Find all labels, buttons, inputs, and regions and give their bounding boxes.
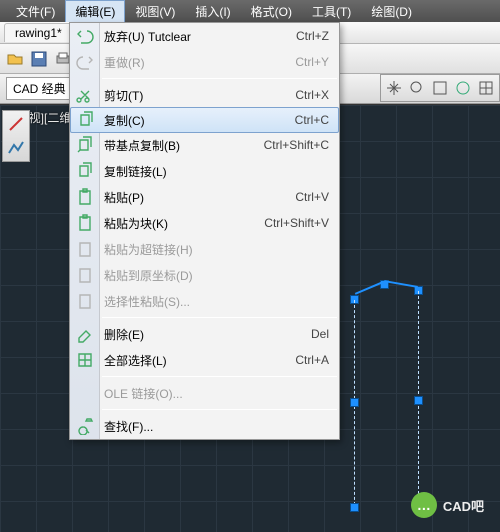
polyline-icon[interactable] [7, 139, 25, 157]
menu-item-label: 粘贴为超链接(H) [104, 241, 329, 258]
menu-item-label: 重做(R) [104, 54, 295, 71]
zoom-window-icon[interactable] [431, 79, 449, 97]
menu-view[interactable]: 视图(V) [125, 0, 185, 22]
menu-separator [102, 376, 337, 377]
menu-item-label: 粘贴到原坐标(D) [104, 267, 329, 284]
selectall-icon [76, 351, 94, 369]
open-icon[interactable] [6, 50, 24, 68]
menu-item[interactable]: 带基点复制(B)Ctrl+Shift+C [70, 132, 339, 158]
line-segment [355, 281, 383, 295]
pan-icon[interactable] [385, 79, 403, 97]
draw-toolbar [2, 110, 30, 162]
menu-item: 粘贴到原坐标(D) [70, 262, 339, 288]
pastespecial-icon [76, 292, 94, 310]
menu-item[interactable]: 剪切(T)Ctrl+X [70, 82, 339, 108]
pasteorig-icon [76, 266, 94, 284]
menu-tools[interactable]: 工具(T) [302, 0, 361, 22]
copylink-icon [76, 162, 94, 180]
menu-item-label: OLE 链接(O)... [104, 385, 329, 402]
menu-item-shortcut: Del [311, 327, 329, 341]
menu-item[interactable]: 复制链接(L) [70, 158, 339, 184]
menu-item-label: 粘贴为块(K) [104, 215, 264, 232]
pastelink-icon [76, 240, 94, 258]
menu-file[interactable]: 文件(F) [6, 0, 65, 22]
menu-format[interactable]: 格式(O) [241, 0, 302, 22]
menu-item-shortcut: Ctrl+Y [295, 55, 329, 69]
menu-draw[interactable]: 绘图(D) [361, 0, 422, 22]
menu-item-shortcut: Ctrl+X [295, 88, 329, 102]
grip-handle[interactable] [350, 503, 359, 512]
menu-item-label: 带基点复制(B) [104, 137, 264, 154]
menu-item: 粘贴为超链接(H) [70, 236, 339, 262]
line-icon[interactable] [7, 115, 25, 133]
find-icon [76, 417, 94, 435]
menu-item[interactable]: 删除(E)Del [70, 321, 339, 347]
menu-item-shortcut: Ctrl+Z [296, 29, 329, 43]
menu-item-shortcut: Ctrl+Shift+C [264, 138, 329, 152]
watermark: … CAD吧 [411, 492, 484, 518]
menu-item-label: 复制(C) [104, 112, 295, 129]
table-icon[interactable] [477, 79, 495, 97]
cut-icon [76, 86, 94, 104]
menu-item[interactable]: 全部选择(L)Ctrl+A [70, 347, 339, 373]
document-tab[interactable]: rawing1* [4, 23, 73, 42]
menu-item-shortcut: Ctrl+C [295, 113, 329, 127]
line-segment [384, 280, 418, 288]
copybase-icon [76, 136, 94, 154]
grip-handle[interactable] [414, 396, 423, 405]
menu-item: 选择性粘贴(S)... [70, 288, 339, 314]
menu-item-label: 选择性粘贴(S)... [104, 293, 329, 310]
menu-item-label: 放弃(U) Tutclear [104, 28, 296, 45]
menu-item-label: 剪切(T) [104, 87, 295, 104]
pasteblock-icon [76, 214, 94, 232]
erase-icon [76, 325, 94, 343]
wechat-icon: … [411, 492, 437, 518]
save-icon[interactable] [30, 50, 48, 68]
menu-item-label: 查找(F)... [104, 418, 329, 435]
zoom-extents-icon[interactable] [408, 79, 426, 97]
menu-item-label: 粘贴(P) [104, 189, 295, 206]
menu-edit[interactable]: 编辑(E) [65, 0, 125, 22]
orbit-icon[interactable] [454, 79, 472, 97]
menu-item-label: 复制链接(L) [104, 163, 329, 180]
menu-bar: 文件(F) 编辑(E) 视图(V) 插入(I) 格式(O) 工具(T) 绘图(D… [0, 0, 500, 22]
menu-separator [102, 78, 337, 79]
menu-item-shortcut: Ctrl+A [295, 353, 329, 367]
menu-item[interactable]: 复制(C)Ctrl+C [70, 107, 339, 133]
menu-item[interactable]: 查找(F)... [70, 413, 339, 439]
undo-icon [76, 27, 94, 45]
menu-item-label: 全部选择(L) [104, 352, 295, 369]
copy-icon [77, 111, 95, 129]
edit-menu: 放弃(U) TutclearCtrl+Z重做(R)Ctrl+Y剪切(T)Ctrl… [69, 22, 340, 440]
paste-icon [76, 188, 94, 206]
view-toolbar [380, 74, 500, 102]
redo-icon [76, 53, 94, 71]
grip-handle[interactable] [350, 398, 359, 407]
menu-item-shortcut: Ctrl+V [295, 190, 329, 204]
menu-item: OLE 链接(O)... [70, 380, 339, 406]
menu-item[interactable]: 放弃(U) TutclearCtrl+Z [70, 23, 339, 49]
watermark-text: CAD吧 [443, 496, 484, 515]
menu-item-shortcut: Ctrl+Shift+V [264, 216, 329, 230]
menu-separator [102, 409, 337, 410]
menu-item: 重做(R)Ctrl+Y [70, 49, 339, 75]
menu-item[interactable]: 粘贴为块(K)Ctrl+Shift+V [70, 210, 339, 236]
menu-separator [102, 317, 337, 318]
menu-insert[interactable]: 插入(I) [185, 0, 240, 22]
menu-item-label: 删除(E) [104, 326, 311, 343]
menu-item[interactable]: 粘贴(P)Ctrl+V [70, 184, 339, 210]
